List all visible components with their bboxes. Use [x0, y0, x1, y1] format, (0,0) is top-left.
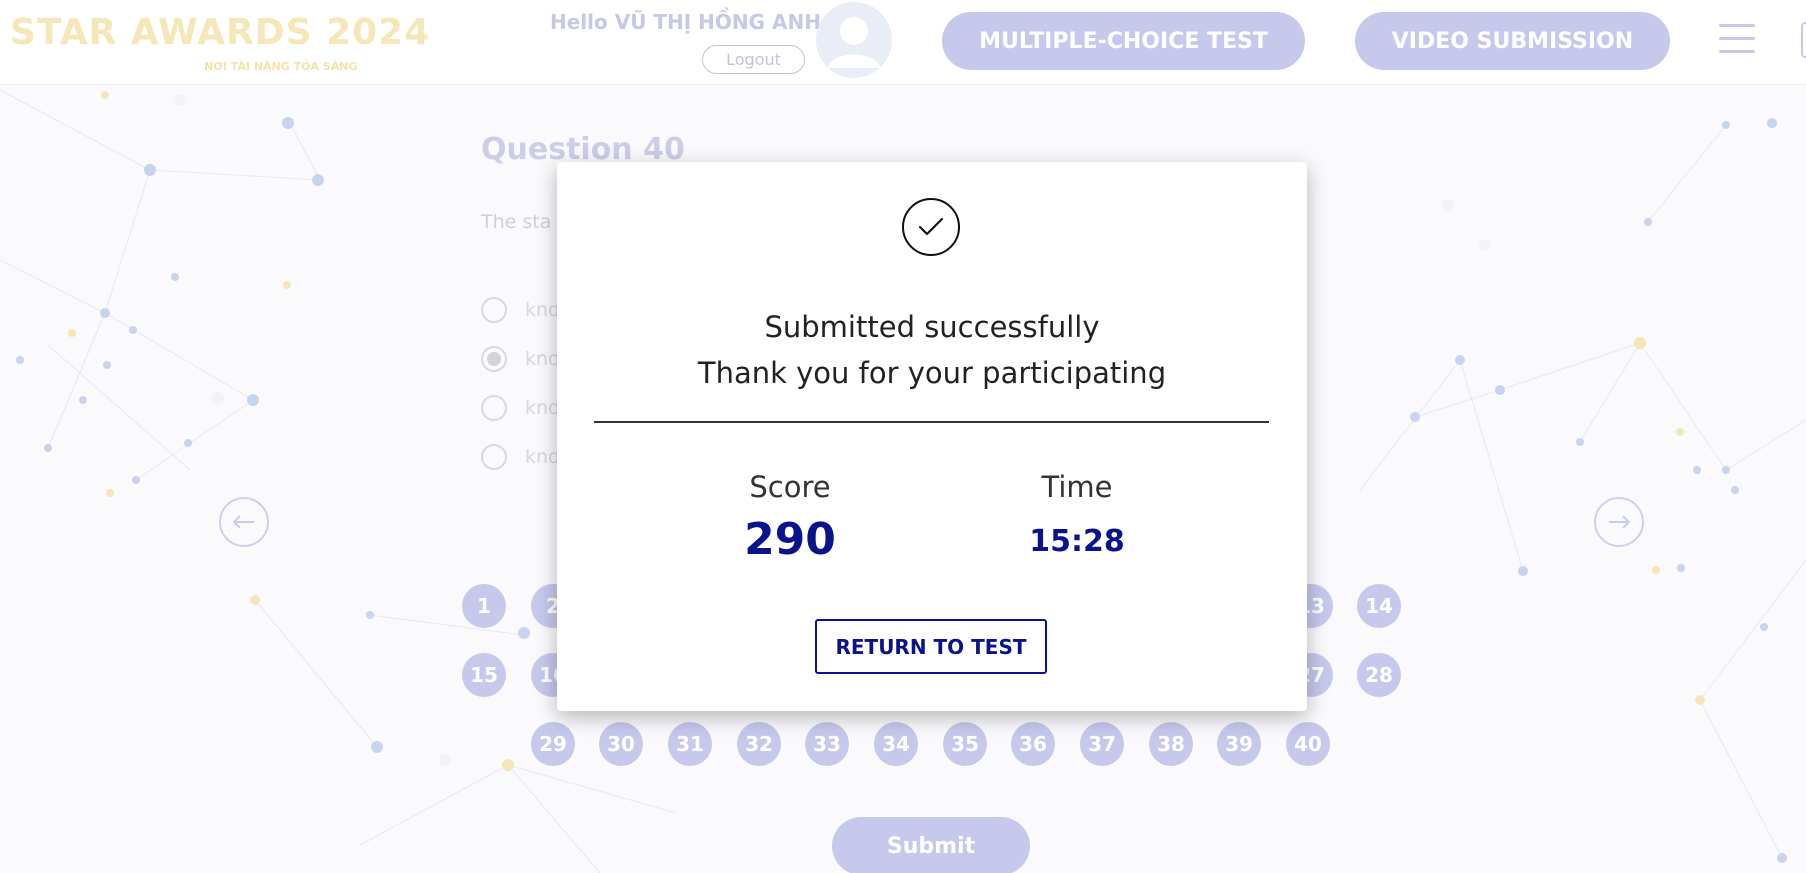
user-avatar-icon[interactable] [816, 2, 892, 78]
logout-button[interactable]: Logout [702, 45, 805, 74]
question-number-button[interactable]: 30 [599, 722, 643, 766]
answer-option[interactable]: kno [481, 297, 560, 323]
question-number-button[interactable]: 36 [1011, 722, 1055, 766]
question-number-button[interactable]: 33 [805, 722, 849, 766]
question-number-button[interactable]: 32 [737, 722, 781, 766]
answer-option[interactable]: kno [481, 444, 560, 470]
question-number-button[interactable]: 1 [462, 584, 506, 628]
answer-option-label: kno [525, 299, 560, 321]
user-greeting: Hello VŨ THỊ HỒNG ANH [550, 10, 821, 34]
top-header: STAR AWARDS 2024 NƠI TÀI NĂNG TỎA SÁNG H… [0, 0, 1806, 85]
radio-button[interactable] [481, 297, 507, 323]
logo-text: STAR AWARDS 2024 [10, 12, 431, 53]
question-number-button[interactable]: 14 [1357, 584, 1401, 628]
menu-icon[interactable] [1719, 24, 1755, 54]
success-message: Submitted successfully [764, 310, 1100, 344]
answer-option[interactable]: kno [481, 346, 560, 372]
multiple-choice-test-button[interactable]: MULTIPLE-CHOICE TEST [942, 12, 1305, 70]
question-number-button[interactable]: 37 [1080, 722, 1124, 766]
arrow-right-icon [1609, 515, 1630, 529]
question-number-button[interactable]: 29 [531, 722, 575, 766]
video-submission-button[interactable]: VIDEO SUBMISSION [1355, 12, 1670, 70]
star-awards-logo[interactable]: STAR AWARDS 2024 NƠI TÀI NĂNG TỎA SÁNG [10, 12, 431, 73]
logo-subtitle: NƠI TÀI NĂNG TỎA SÁNG [204, 60, 358, 73]
submission-success-modal: Submitted successfully Thank you for you… [557, 162, 1307, 711]
question-number-button[interactable]: 15 [462, 653, 506, 697]
score-value: 290 [744, 514, 836, 565]
arrow-left-icon [233, 515, 254, 529]
question-number-button[interactable]: 39 [1217, 722, 1261, 766]
question-number-button[interactable]: 34 [874, 722, 918, 766]
question-number-button[interactable]: 40 [1286, 722, 1330, 766]
question-number-button[interactable]: 35 [943, 722, 987, 766]
time-label: Time [1041, 470, 1113, 504]
check-icon [902, 198, 960, 256]
previous-question-button[interactable] [219, 497, 269, 547]
question-number-button[interactable]: 28 [1357, 653, 1401, 697]
question-text: The sta [481, 211, 552, 233]
radio-button[interactable] [481, 395, 507, 421]
time-value: 15:28 [1029, 524, 1125, 559]
question-number-button[interactable]: 38 [1149, 722, 1193, 766]
answer-option[interactable]: kno [481, 395, 560, 421]
submit-button[interactable]: Submit [832, 817, 1030, 873]
question-number-button[interactable]: 31 [668, 722, 712, 766]
answer-option-label: kno [525, 397, 560, 419]
return-to-test-button[interactable]: RETURN TO TEST [815, 619, 1047, 674]
side-panel-tab[interactable] [1801, 22, 1806, 58]
next-question-button[interactable] [1594, 497, 1644, 547]
score-label: Score [749, 470, 831, 504]
radio-button[interactable] [481, 444, 507, 470]
modal-divider [594, 421, 1269, 423]
radio-button-selected[interactable] [481, 346, 507, 372]
thank-you-message: Thank you for your participating [697, 356, 1167, 390]
answer-option-label: kno [525, 446, 560, 468]
answer-option-label: kno [525, 348, 560, 370]
